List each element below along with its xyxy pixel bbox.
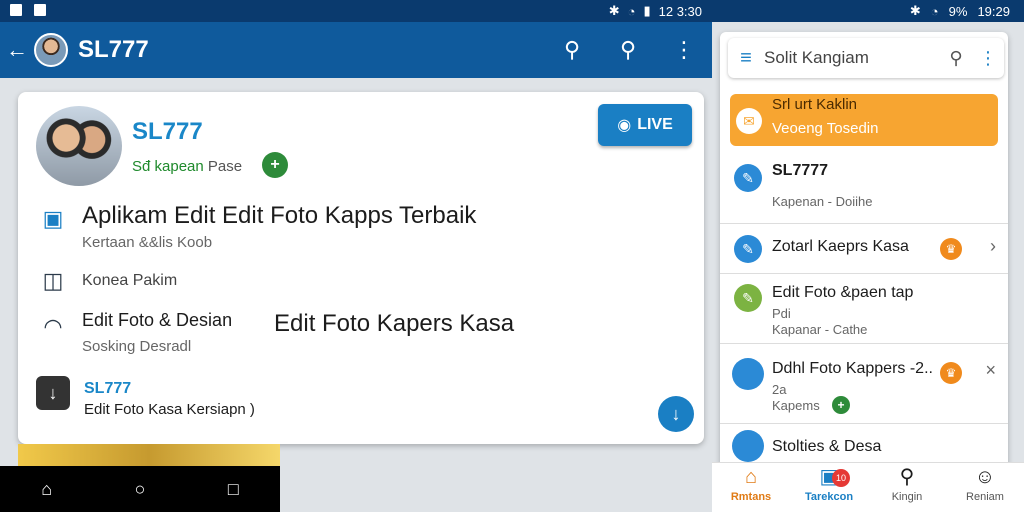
more-vert-icon[interactable]: ⋮ [972, 48, 1004, 69]
palette-icon: ✎ [734, 284, 762, 312]
close-icon[interactable]: × [985, 360, 996, 381]
nav-home-icon[interactable]: ⌂ [41, 479, 52, 500]
tv-icon: ▣ [819, 466, 839, 488]
list-item[interactable]: ✎ Zotarl Kaeprs Kasa ♛ › [720, 224, 1008, 274]
live-button-label: LIVE [637, 116, 673, 133]
app-logo-icon: ↓ [36, 376, 70, 410]
tab-search[interactable]: ⚲ Kingin [868, 463, 946, 512]
status-time-left: 12 3:30 [658, 3, 702, 19]
brush-icon: ✎ [734, 235, 762, 263]
search-icon: ⚲ [899, 466, 915, 488]
nav-square-icon[interactable]: □ [228, 479, 239, 500]
headset-icon: ◠ [43, 314, 63, 339]
profile-name: SL777 [132, 118, 203, 145]
wifi-icon: ◔ [930, 3, 939, 19]
tab-profile[interactable]: ☺ Reniam [946, 463, 1024, 512]
app-icon: ▣ [42, 206, 64, 231]
more-vert-icon[interactable]: ⋮ [656, 37, 712, 63]
profile-subtitle-rest: Pase [203, 158, 243, 175]
tab-label: Tarekcon [804, 491, 854, 503]
list-item[interactable]: ✎ Edit Foto &paen tap Pdi Kapanar - Cath… [720, 274, 1008, 344]
list-item-title: Aplikam Edit Edit Foto Kapps Terbaik [82, 202, 477, 229]
promo-title: Srl urt Kaklin [772, 96, 858, 113]
chat-icon: ✉ [736, 108, 762, 134]
nav-circle-icon[interactable]: ○ [135, 479, 146, 500]
tab-home[interactable]: ⌂ Rmtans [712, 463, 790, 512]
plus-badge-icon: + [832, 396, 850, 414]
profile-subtitle: Sđ kapean Pase [132, 158, 242, 175]
notification-icon [10, 3, 22, 16]
avatar [732, 430, 764, 462]
bottom-nav: ⌂ Rmtans ▣ Tarekcon 10 ⚲ Kingin ☺ Reniam [712, 462, 1024, 512]
app-bar: ← SL777 ⚲ ⚲ ⋮ [0, 22, 712, 78]
image-icon [34, 3, 46, 16]
search-icon[interactable]: ⚲ [940, 48, 972, 69]
person-icon: ☺ [974, 466, 996, 488]
status-bar-right: ✱ ◔ 9% 19:29 [712, 0, 1024, 22]
list-item-subtitle: Kapenan - Doiihe [772, 194, 873, 209]
list-item-title: Edit Foto &paen tap [772, 284, 914, 301]
gold-badge-icon: ♛ [940, 362, 962, 384]
promo-banner[interactable]: ✉ Srl urt Kaklin Veoeng Tosedin [730, 94, 998, 146]
wifi-icon: ◔ [627, 3, 636, 19]
profile-subtitle-green: Sđ kapean [132, 158, 204, 175]
tab-tv[interactable]: ▣ Tarekcon 10 [790, 463, 868, 512]
avatar[interactable] [34, 33, 68, 67]
live-icon: ◉ [617, 117, 632, 134]
list-item-subtitle: Kertaan &&lis Koob [82, 234, 213, 251]
right-panel: ≡ ⚲ ⋮ ✉ Srl urt Kaklin Veoeng Tosedin ✎ … [720, 32, 1008, 512]
profile-card: SL777 Sđ kapean Pase + ◉ LIVE ▣ Aplikam E… [18, 92, 704, 444]
list-item-title: Stolties & Desa [772, 438, 882, 455]
list-item-title: Zotarl Kaeprs Kasa [772, 238, 909, 255]
gold-badge-icon: ♛ [940, 238, 962, 260]
chevron-right-icon[interactable]: › [990, 236, 996, 257]
list-item-subtitle: Kapems [772, 398, 820, 413]
bluetooth-icon: ✱ [608, 3, 620, 18]
back-arrow-icon[interactable]: ← [0, 37, 34, 63]
download-button[interactable]: ↓ [658, 396, 694, 432]
list-item[interactable]: ✎ SL7777 Kapenan - Doiihe [720, 152, 1008, 224]
profile-photo[interactable] [36, 106, 122, 186]
list-item-title: Ddhl Foto Kappers -2.. [772, 360, 933, 377]
avatar [732, 358, 764, 390]
list-item-title: SL7777 [772, 162, 829, 179]
status-notification-icons [10, 3, 58, 19]
tab-label: Reniam [966, 491, 1004, 503]
live-button[interactable]: ◉ LIVE [598, 104, 692, 146]
list-item[interactable]: Ddhl Foto Kappers -2.. 2a Kapems + ♛ × [720, 344, 1008, 424]
notification-badge: 10 [832, 469, 850, 487]
system-nav-bar: ⌂ ○ □ [0, 466, 280, 512]
background-thumbnails [18, 444, 280, 466]
menu-icon[interactable]: ≡ [728, 47, 764, 70]
list-item-subtitle: Pdi [772, 306, 791, 321]
status-time-right: 19:29 [977, 3, 1010, 19]
list-item[interactable]: Stolties & Desa [720, 424, 1008, 464]
signal-icon: ▮ [643, 3, 651, 18]
list-item-title: Edit Foto & Desian [82, 310, 233, 330]
promo-subtitle: Veoeng Tosedin [772, 120, 879, 137]
list-item-title: SL777 [84, 380, 132, 397]
search-bar: ≡ ⚲ ⋮ [728, 38, 1004, 78]
bluetooth-icon: ✱ [909, 3, 921, 18]
list-item-subtitle: Edit Foto Kasa Kersiapn ) [84, 401, 255, 418]
search-icon[interactable]: ⚲ [600, 37, 656, 63]
search-input[interactable] [764, 48, 940, 68]
status-bar-left: ✱ ◔ ▮ 12 3:30 [0, 0, 712, 22]
brush-icon: ✎ [734, 164, 762, 192]
list-item-subtitle: 2a [772, 382, 787, 397]
page-title: SL777 [78, 36, 149, 63]
list-item-heading: Edit Foto Kapers Kasa [274, 310, 515, 337]
home-icon: ⌂ [744, 466, 758, 488]
list-item-title: Konea Pakim [82, 272, 178, 289]
add-icon[interactable]: + [262, 152, 288, 178]
tab-label: Rmtans [730, 491, 772, 503]
search-icon[interactable]: ⚲ [544, 37, 600, 63]
list-item-subtitle: Sosking Desradl [82, 338, 192, 355]
list-item-subtitle: Kapanar - Cathe [772, 322, 868, 337]
tab-label: Kingin [891, 491, 923, 503]
battery-level: 9% [948, 3, 968, 19]
bag-icon: ◫ [42, 268, 64, 293]
